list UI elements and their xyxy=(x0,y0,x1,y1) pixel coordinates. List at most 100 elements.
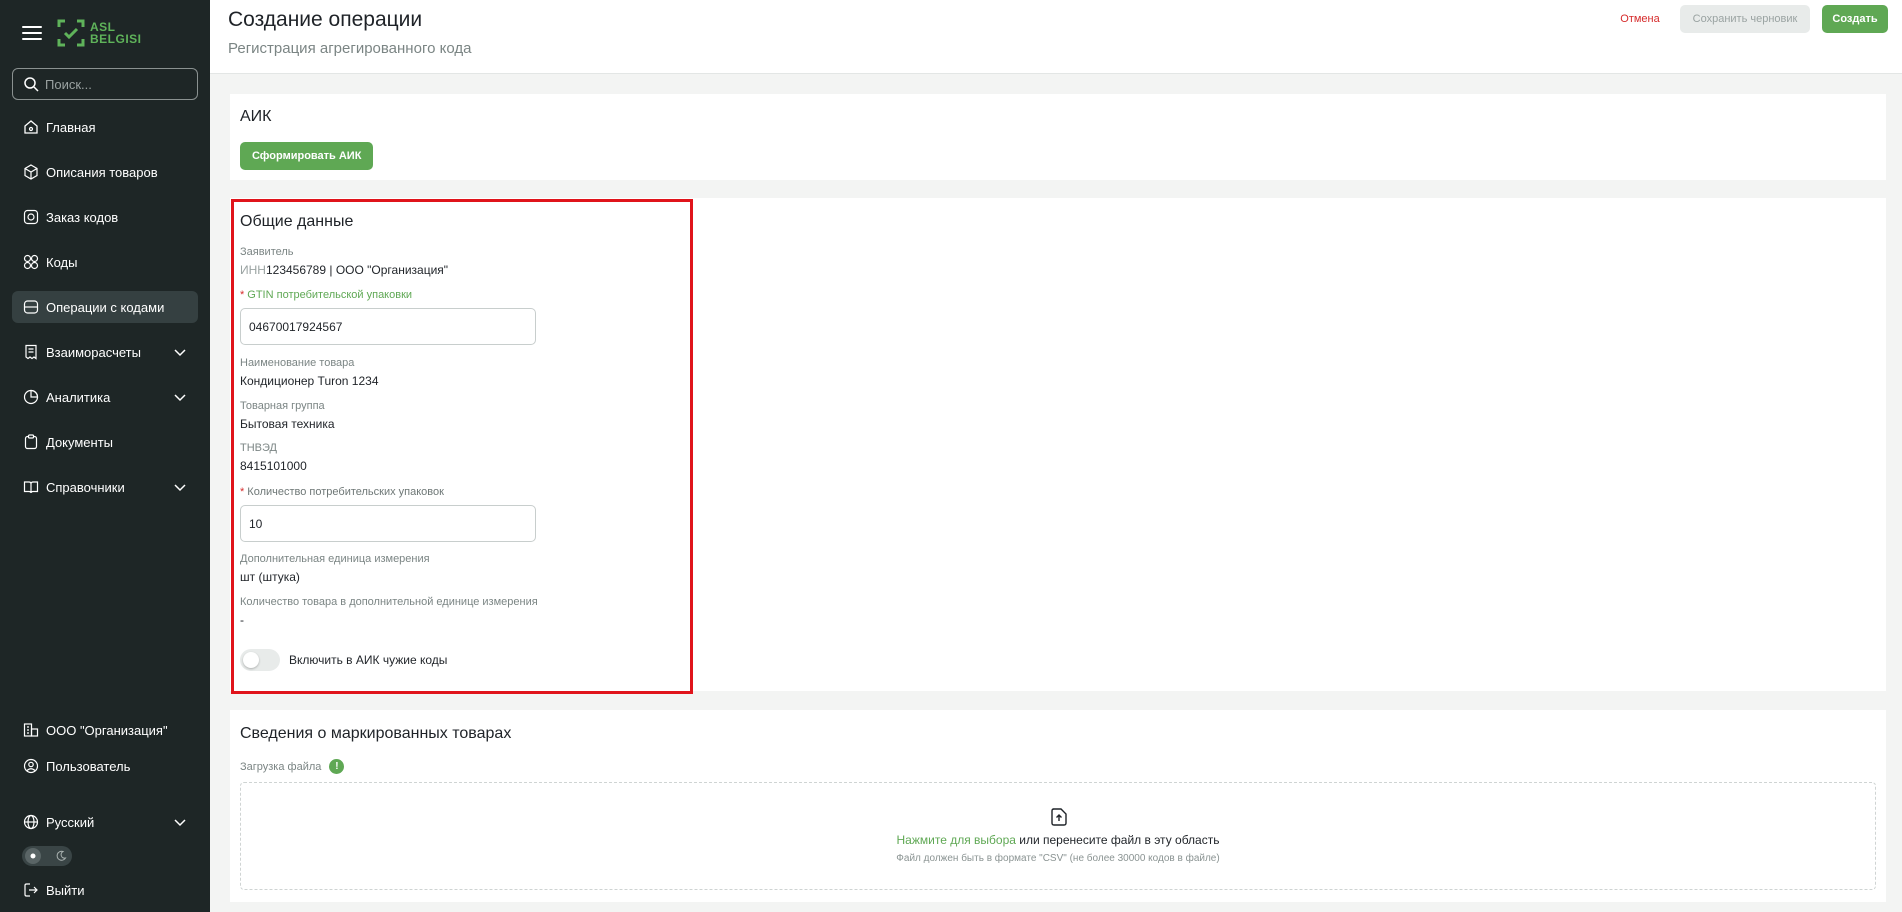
book-icon xyxy=(22,478,40,496)
chevron-down-icon xyxy=(174,349,186,357)
sidebar-item-label: Взаиморасчеты xyxy=(46,344,141,360)
theme-toggle[interactable] xyxy=(22,846,72,866)
gtin-label: * GTIN потребительской упаковки xyxy=(240,289,412,301)
required-marker: * xyxy=(240,289,245,301)
dropzone-text: или перенесите файл в эту область xyxy=(1015,833,1220,847)
tnved-label: ТНВЭД xyxy=(240,442,277,454)
toggle-knob xyxy=(243,652,259,668)
file-dropzone[interactable]: Нажмите для выбора или перенесите файл в… xyxy=(240,782,1876,890)
sidebar-item-label: Документы xyxy=(46,434,114,450)
page-title: Создание операции xyxy=(228,8,423,31)
organization-icon xyxy=(22,721,40,739)
extra-quantity-value: - xyxy=(240,613,244,627)
codes-icon xyxy=(22,253,40,271)
logo-mark-icon xyxy=(57,19,85,47)
chevron-down-icon xyxy=(174,394,186,402)
aik-card: АИК Сформировать АИК xyxy=(230,94,1886,180)
moon-icon xyxy=(53,848,69,864)
sidebar-organization[interactable]: ООО "Организация" xyxy=(12,716,198,744)
operations-icon xyxy=(22,298,40,316)
select-file-link[interactable]: Нажмите для выбора xyxy=(897,833,1016,847)
cube-icon xyxy=(22,163,40,181)
logo-text: ASL BELGISI xyxy=(90,21,142,45)
marked-goods-card: Сведения о маркированных товарах Загрузк… xyxy=(230,710,1886,902)
page-subtitle: Регистрация агрегированного кода xyxy=(228,40,472,57)
dropzone-instruction: Нажмите для выбора или перенесите файл в… xyxy=(241,833,1875,847)
sidebar-item-code-order[interactable]: Заказ кодов xyxy=(12,201,198,233)
sidebar-item-label: Коды xyxy=(46,254,78,270)
sidebar-item-product-descriptions[interactable]: Описания товаров xyxy=(12,156,198,188)
foreign-codes-label: Включить в АИК чужие коды xyxy=(289,653,448,667)
search-icon xyxy=(24,77,39,92)
extra-quantity-label: Количество товара в дополнительной едини… xyxy=(240,596,538,608)
search-input[interactable] xyxy=(45,76,185,92)
general-data-card: Общие данные Заявитель ИНН123456789 | ОО… xyxy=(230,198,1886,691)
menu-icon[interactable] xyxy=(22,26,42,40)
foreign-codes-toggle-row: Включить в АИК чужие коды xyxy=(240,649,447,671)
tnved-value: 8415101000 xyxy=(240,459,307,473)
language-label: Русский xyxy=(46,814,95,830)
save-draft-button[interactable]: Сохранить черновик xyxy=(1680,5,1810,33)
quantity-label: * Количество потребительских упаковок xyxy=(240,486,444,498)
sidebar-item-label: Заказ кодов xyxy=(46,209,119,225)
create-button[interactable]: Создать xyxy=(1822,5,1888,33)
chevron-down-icon xyxy=(174,484,186,492)
sidebar-item-references[interactable]: Справочники xyxy=(12,471,198,503)
globe-icon xyxy=(22,813,40,831)
sidebar-item-documents[interactable]: Документы xyxy=(12,426,198,458)
sidebar-item-analytics[interactable]: Аналитика xyxy=(12,381,198,413)
dropzone-hint: Файл должен быть в формате "CSV" (не бол… xyxy=(896,853,1220,864)
organization-label: ООО "Организация" xyxy=(46,722,168,738)
gtin-label-text: GTIN потребительской упаковки xyxy=(247,289,413,301)
sidebar-item-home[interactable]: Главная xyxy=(12,111,198,143)
quantity-input[interactable] xyxy=(240,505,536,542)
sidebar-item-label: Аналитика xyxy=(46,389,111,405)
cancel-button[interactable]: Отмена xyxy=(1610,5,1670,33)
logo-text-line-2: BELGISI xyxy=(90,32,142,46)
sun-icon xyxy=(25,848,41,864)
general-data-title: Общие данные xyxy=(240,213,354,230)
chevron-down-icon xyxy=(174,819,186,827)
product-group-value: Бытовая техника xyxy=(240,417,335,431)
generate-aik-button[interactable]: Сформировать АИК xyxy=(240,142,374,170)
sidebar-item-code-operations[interactable]: Операции с кодами xyxy=(12,291,198,323)
info-icon[interactable]: ! xyxy=(329,759,345,774)
clipboard-icon xyxy=(22,433,40,451)
logout-icon xyxy=(22,881,40,899)
sidebar: ASL BELGISI Главная Описания товаров xyxy=(0,0,210,912)
sidebar-item-label: Главная xyxy=(46,119,96,135)
sidebar-user[interactable]: Пользователь xyxy=(12,752,198,780)
code-order-icon xyxy=(22,208,40,226)
aik-title: АИК xyxy=(240,108,272,125)
applicant-value: ИНН123456789 | ООО "Организация" xyxy=(240,263,448,277)
language-selector[interactable]: Русский xyxy=(12,808,198,836)
sidebar-item-label: Справочники xyxy=(46,479,125,495)
sidebar-nav: Главная Описания товаров Заказ кодов Код… xyxy=(12,111,198,516)
file-upload-label: Загрузка файла ! xyxy=(240,759,345,774)
receipt-icon xyxy=(22,343,40,361)
product-name-value: Кондиционер Turon 1234 xyxy=(240,374,379,388)
applicant-text: 123456789 | ООО "Организация" xyxy=(265,263,449,277)
foreign-codes-toggle[interactable] xyxy=(240,649,280,671)
file-upload-label-text: Загрузка файла xyxy=(240,760,322,773)
sidebar-item-codes[interactable]: Коды xyxy=(12,246,198,278)
inn-prefix: ИНН xyxy=(240,263,266,277)
logout-button[interactable]: Выйти xyxy=(12,876,198,904)
home-icon xyxy=(22,118,40,136)
product-name-label: Наименование товара xyxy=(240,357,355,369)
logo[interactable]: ASL BELGISI xyxy=(56,18,142,48)
marked-goods-title: Сведения о маркированных товарах xyxy=(240,725,512,742)
sidebar-search xyxy=(12,68,198,100)
gtin-input[interactable] xyxy=(240,308,536,345)
applicant-label: Заявитель xyxy=(240,246,294,258)
file-upload-icon xyxy=(1051,808,1067,826)
sidebar-item-settlements[interactable]: Взаиморасчеты xyxy=(12,336,198,368)
user-label: Пользователь xyxy=(46,758,131,774)
required-marker: * xyxy=(240,486,245,498)
sidebar-top: ASL BELGISI xyxy=(22,18,142,48)
sidebar-item-label: Операции с кодами xyxy=(46,299,165,315)
logout-label: Выйти xyxy=(46,882,85,898)
quantity-label-text: Количество потребительских упаковок xyxy=(247,486,444,498)
extra-unit-label: Дополнительная единица измерения xyxy=(240,553,430,565)
extra-unit-value: шт (штука) xyxy=(240,570,300,584)
